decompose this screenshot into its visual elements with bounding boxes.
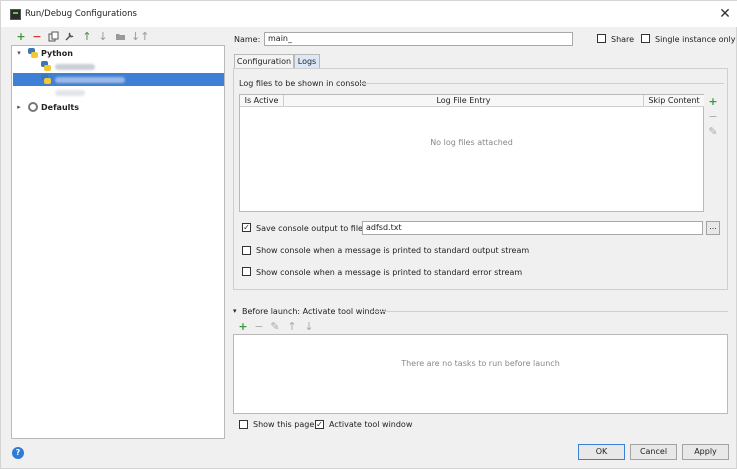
share-checkbox[interactable] bbox=[597, 34, 606, 43]
tree-item-config[interactable] bbox=[13, 60, 224, 73]
tree-item-selected[interactable] bbox=[13, 73, 224, 86]
move-up-icon[interactable]: ↑ bbox=[81, 31, 93, 43]
empty-table-message: No log files attached bbox=[430, 138, 513, 147]
apply-button[interactable]: Apply bbox=[682, 444, 729, 460]
single-instance-checkbox[interactable] bbox=[641, 34, 650, 43]
wrench-icon[interactable] bbox=[63, 31, 75, 43]
edit-icon[interactable]: ✎ bbox=[707, 126, 719, 138]
add-icon[interactable]: + bbox=[707, 96, 719, 108]
show-stdout-checkbox[interactable] bbox=[242, 246, 251, 255]
help-icon[interactable]: ? bbox=[12, 447, 24, 459]
section-divider bbox=[359, 83, 724, 84]
remove-icon[interactable]: − bbox=[31, 31, 43, 43]
column-header-skip-content[interactable]: Skip Content bbox=[644, 95, 704, 107]
add-icon[interactable]: + bbox=[15, 31, 27, 43]
log-files-section-title: Log files to be shown in console bbox=[239, 79, 367, 88]
edit-icon[interactable]: ✎ bbox=[269, 321, 281, 333]
browse-button[interactable]: ... bbox=[706, 221, 720, 235]
redacted-label bbox=[55, 64, 95, 70]
tree-item-label: Defaults bbox=[41, 103, 79, 112]
python-config-icon bbox=[41, 74, 51, 84]
save-output-checkbox[interactable]: ✓ bbox=[242, 223, 251, 232]
show-stderr-checkbox[interactable] bbox=[242, 267, 251, 276]
redacted-label bbox=[55, 77, 125, 83]
single-instance-label: Single instance only bbox=[655, 35, 736, 44]
tab-logs[interactable]: Logs bbox=[294, 54, 320, 68]
before-launch-list[interactable]: There are no tasks to run before launch bbox=[233, 334, 728, 414]
remove-icon[interactable]: − bbox=[707, 111, 719, 123]
title-bar: Run/Debug Configurations ✕ bbox=[1, 1, 737, 27]
wrench-icon bbox=[28, 102, 38, 112]
tree-item-label: Python bbox=[41, 49, 73, 58]
ok-button[interactable]: OK bbox=[578, 444, 625, 460]
python-config-icon bbox=[41, 61, 51, 71]
move-down-icon[interactable]: ↓ bbox=[97, 31, 109, 43]
chevron-down-icon[interactable]: ▾ bbox=[233, 307, 237, 315]
activate-tool-window-label: Activate tool window bbox=[329, 420, 413, 429]
copy-icon[interactable] bbox=[47, 31, 59, 43]
show-page-label: Show this page bbox=[253, 420, 315, 429]
log-files-table[interactable]: Is Active Log File Entry Skip Content No… bbox=[239, 94, 704, 212]
share-label: Share bbox=[611, 35, 635, 44]
chevron-down-icon[interactable]: ▾ bbox=[15, 47, 23, 60]
cancel-button[interactable]: Cancel bbox=[630, 444, 677, 460]
splitter[interactable] bbox=[227, 45, 231, 439]
close-icon[interactable]: ✕ bbox=[715, 4, 735, 24]
section-divider bbox=[373, 311, 728, 312]
sort-icon[interactable]: ↓↑ bbox=[131, 31, 149, 43]
name-label: Name: bbox=[234, 35, 261, 44]
output-file-field[interactable]: adfsd.txt bbox=[362, 221, 703, 235]
run-debug-dialog: Run/Debug Configurations ✕ + − ↑ ↓ ↓↑ ▾ … bbox=[0, 0, 737, 469]
show-page-checkbox[interactable] bbox=[239, 420, 248, 429]
python-icon bbox=[28, 48, 38, 58]
window-title: Run/Debug Configurations bbox=[25, 9, 137, 19]
tree-item-defaults[interactable]: ▸ Defaults bbox=[13, 101, 224, 114]
folder-icon[interactable] bbox=[114, 31, 126, 43]
redacted-label bbox=[55, 90, 85, 96]
pycharm-app-icon bbox=[10, 9, 21, 20]
before-launch-title[interactable]: Before launch: Activate tool window bbox=[242, 307, 386, 316]
column-header-log-file-entry[interactable]: Log File Entry bbox=[284, 95, 644, 107]
show-stdout-label: Show console when a message is printed t… bbox=[256, 246, 530, 255]
chevron-right-icon[interactable]: ▸ bbox=[15, 101, 23, 114]
empty-tasks-message: There are no tasks to run before launch bbox=[401, 359, 560, 368]
tab-configuration[interactable]: Configuration bbox=[234, 54, 294, 68]
activate-tool-window-checkbox[interactable]: ✓ bbox=[315, 420, 324, 429]
column-header-is-active[interactable]: Is Active bbox=[240, 95, 284, 107]
move-down-icon[interactable]: ↓ bbox=[303, 321, 315, 333]
move-up-icon[interactable]: ↑ bbox=[286, 321, 298, 333]
save-output-label: Save console output to file: bbox=[256, 224, 366, 233]
tree-item-config[interactable] bbox=[13, 86, 224, 99]
tree-item-python[interactable]: ▾ Python bbox=[13, 47, 224, 60]
config-tree[interactable]: ▾ Python ▸ Defaults bbox=[11, 45, 225, 439]
remove-icon[interactable]: − bbox=[253, 321, 265, 333]
show-stderr-label: Show console when a message is printed t… bbox=[256, 268, 523, 277]
add-icon[interactable]: + bbox=[237, 321, 249, 333]
name-field[interactable]: main_ bbox=[264, 32, 573, 46]
